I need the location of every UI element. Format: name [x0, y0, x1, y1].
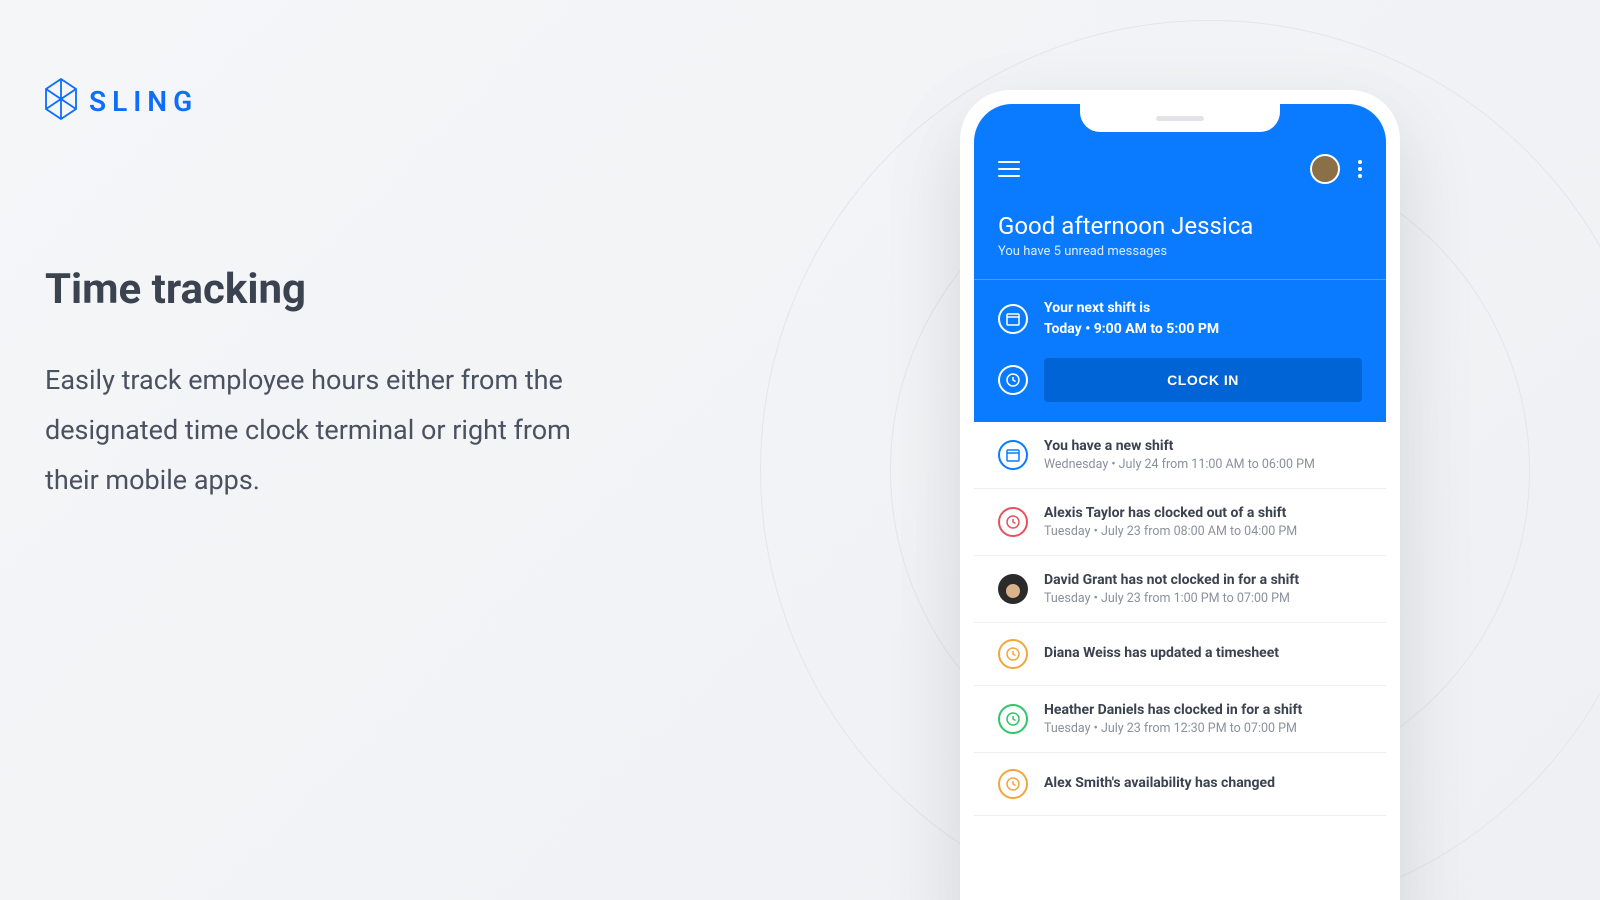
- feed-item[interactable]: Alex Smith's availability has changed: [974, 753, 1386, 816]
- feed-title: David Grant has not clocked in for a shi…: [1044, 572, 1362, 588]
- feed-sub: Wednesday • July 24 from 11:00 AM to 06:…: [1044, 457, 1362, 472]
- brand-logo: SLING: [45, 78, 198, 124]
- feed-title: Heather Daniels has clocked in for a shi…: [1044, 702, 1362, 718]
- greeting-text: Good afternoon Jessica: [998, 212, 1362, 240]
- feed-sub: Tuesday • July 23 from 12:30 PM to 07:00…: [1044, 721, 1362, 736]
- feed-item[interactable]: You have a new shift Wednesday • July 24…: [974, 422, 1386, 489]
- next-shift-label: Your next shift is: [1044, 298, 1219, 319]
- phone-screen: Good afternoon Jessica You have 5 unread…: [974, 104, 1386, 900]
- clock-icon: [998, 639, 1028, 669]
- unread-messages-text: You have 5 unread messages: [998, 244, 1362, 259]
- clock-icon: [998, 365, 1028, 395]
- phone-notch: [1080, 104, 1280, 132]
- menu-icon[interactable]: [998, 161, 1020, 177]
- calendar-icon: [998, 440, 1028, 470]
- user-avatar-icon: [998, 574, 1028, 604]
- feed-title: You have a new shift: [1044, 438, 1362, 454]
- clock-icon: [998, 507, 1028, 537]
- activity-feed: You have a new shift Wednesday • July 24…: [974, 422, 1386, 816]
- clock-icon: [998, 704, 1028, 734]
- calendar-icon: [998, 304, 1028, 334]
- divider: [974, 279, 1386, 280]
- feed-sub: Tuesday • July 23 from 1:00 PM to 07:00 …: [1044, 591, 1362, 606]
- user-avatar[interactable]: [1310, 154, 1340, 184]
- feed-item[interactable]: Alexis Taylor has clocked out of a shift…: [974, 489, 1386, 556]
- feed-item[interactable]: David Grant has not clocked in for a shi…: [974, 556, 1386, 623]
- feed-sub: Tuesday • July 23 from 08:00 AM to 04:00…: [1044, 524, 1362, 539]
- clock-icon: [998, 769, 1028, 799]
- hero-title: Time tracking: [45, 265, 605, 314]
- sling-logo-icon: [45, 78, 77, 124]
- feed-title: Alex Smith's availability has changed: [1044, 775, 1362, 791]
- phone-frame: Good afternoon Jessica You have 5 unread…: [960, 90, 1400, 900]
- next-shift-time: Today • 9:00 AM to 5:00 PM: [1044, 319, 1219, 340]
- feed-title: Diana Weiss has updated a timesheet: [1044, 645, 1362, 661]
- hero-body: Easily track employee hours either from …: [45, 356, 605, 506]
- more-icon[interactable]: [1358, 160, 1362, 178]
- feed-title: Alexis Taylor has clocked out of a shift: [1044, 505, 1362, 521]
- next-shift-row: Your next shift is Today • 9:00 AM to 5:…: [998, 298, 1362, 340]
- app-header: Good afternoon Jessica You have 5 unread…: [974, 104, 1386, 422]
- feed-item[interactable]: Heather Daniels has clocked in for a shi…: [974, 686, 1386, 753]
- feed-item[interactable]: Diana Weiss has updated a timesheet: [974, 623, 1386, 686]
- clock-in-button[interactable]: CLOCK IN: [1044, 358, 1362, 402]
- brand-name: SLING: [89, 85, 198, 118]
